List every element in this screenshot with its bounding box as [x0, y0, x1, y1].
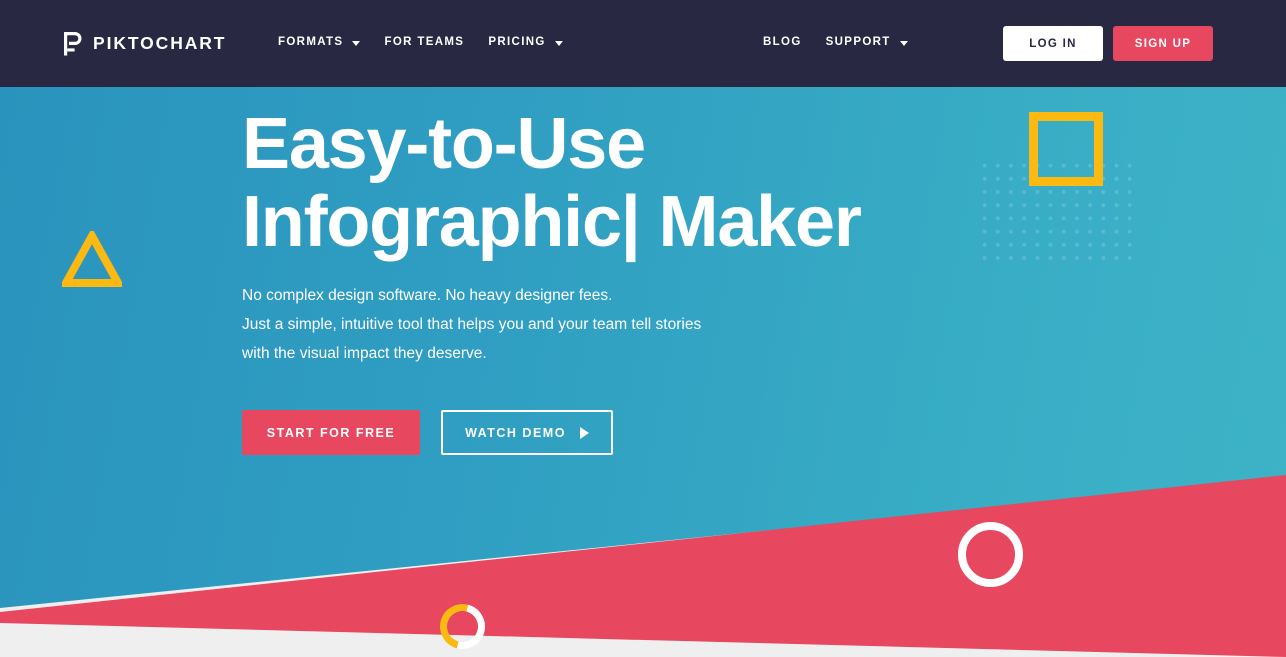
nav-links-left: FORMATS FOR TEAMS PRICING — [278, 36, 587, 48]
nav-item-blog-label: BLOG — [763, 36, 802, 48]
sign-up-button[interactable]: SIGN UP — [1113, 26, 1213, 61]
nav-item-for-teams-label: FOR TEAMS — [384, 36, 465, 48]
play-triangle-icon — [579, 426, 589, 439]
brand-logo[interactable]: PIKTOCHART — [62, 31, 226, 57]
watch-demo-button[interactable]: WATCH DEMO — [441, 410, 613, 455]
top-navigation-bar: PIKTOCHART FORMATS FOR TEAMS PRICING BLO… — [0, 0, 1286, 87]
headline-line-2: Infographic| Maker — [242, 182, 862, 262]
nav-item-formats[interactable]: FORMATS — [278, 36, 361, 48]
chevron-down-icon — [352, 40, 361, 46]
watch-demo-label: WATCH DEMO — [465, 425, 566, 440]
subtext-line-3: with the visual impact they deserve. — [242, 345, 487, 362]
yellow-triangle-outline-icon — [62, 231, 122, 287]
chevron-down-icon — [554, 40, 563, 46]
subtext-line-1: No complex design software. No heavy des… — [242, 287, 613, 304]
yellow-square-outline-icon — [1029, 112, 1103, 186]
nav-item-formats-label: FORMATS — [278, 36, 344, 48]
nav-item-blog[interactable]: BLOG — [763, 36, 802, 48]
page-title: Easy-to-Use Infographic| Maker — [242, 104, 862, 262]
log-in-button[interactable]: LOG IN — [1003, 26, 1103, 61]
start-for-free-button[interactable]: START FOR FREE — [242, 410, 420, 455]
page-root: Easy-to-Use Infographic| Maker No comple… — [0, 0, 1286, 657]
nav-item-for-teams[interactable]: FOR TEAMS — [384, 36, 464, 48]
nav-item-pricing-label: PRICING — [488, 36, 546, 48]
nav-links-right: BLOG SUPPORT — [763, 36, 932, 48]
brand-logo-text: PIKTOCHART — [93, 33, 227, 54]
white-ring-circle-icon — [958, 522, 1023, 587]
hero-content: Easy-to-Use Infographic| Maker No comple… — [242, 104, 862, 455]
nav-item-support[interactable]: SUPPORT — [826, 36, 908, 48]
nav-item-support-label: SUPPORT — [825, 36, 891, 48]
subtext-line-2: Just a simple, intuitive tool that helps… — [242, 316, 702, 333]
nav-item-pricing[interactable]: PRICING — [488, 36, 563, 48]
hero-subtext: No complex design software. No heavy des… — [242, 281, 861, 368]
headline-line-1: Easy-to-Use — [242, 104, 646, 184]
cta-button-row: START FOR FREE WATCH DEMO — [242, 410, 861, 455]
hero-section: Easy-to-Use Infographic| Maker No comple… — [0, 87, 1286, 657]
piktochart-p-logo-icon — [64, 32, 82, 56]
chevron-down-icon — [899, 40, 908, 46]
